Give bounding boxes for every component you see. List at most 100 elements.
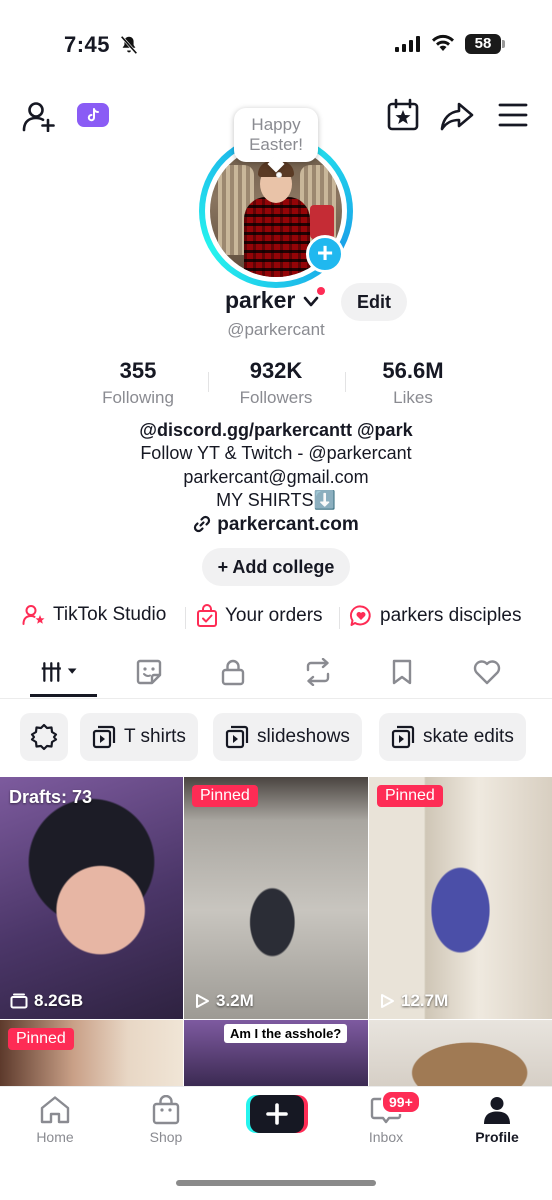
tab-stickers[interactable] — [129, 656, 169, 688]
bookmark-icon — [392, 659, 412, 685]
note-bubble[interactable]: Happy Easter! — [234, 108, 318, 162]
stat-label: Followers — [239, 388, 313, 407]
playlist-chip-skate-edits[interactable]: skate edits — [379, 713, 526, 761]
note-bubble-dot — [276, 172, 282, 178]
add-friend-icon[interactable] — [22, 100, 56, 132]
pinned-badge: Pinned — [8, 1028, 74, 1050]
nav-inbox-label: Inbox — [368, 1129, 404, 1145]
tab-divider — [0, 698, 552, 699]
playlist-icon — [391, 725, 415, 749]
repost-icon — [306, 658, 330, 686]
tab-reposts[interactable] — [298, 656, 338, 688]
view-count: 12.7M — [379, 991, 448, 1011]
notification-dot — [317, 287, 325, 295]
tab-videos[interactable] — [40, 656, 80, 688]
video-tile[interactable]: Pinned 3.2M — [184, 777, 368, 1019]
playlist-chip-tshirts[interactable]: T shirts — [80, 713, 198, 761]
drafts-size-text: 8.2GB — [34, 991, 84, 1010]
view-count-text: 12.7M — [401, 991, 449, 1010]
view-count-text: 3.2M — [216, 991, 254, 1010]
stat-label: Likes — [393, 388, 433, 407]
playlist-chip-slideshows[interactable]: slideshows — [213, 713, 362, 761]
heart-icon — [473, 660, 501, 685]
sticker-icon — [136, 659, 162, 685]
drafts-tile[interactable]: Drafts: 73 8.2GB — [0, 777, 183, 1019]
playlist-chip-label: T shirts — [124, 726, 186, 747]
note-line: Easter! — [249, 135, 303, 154]
chat-heart-icon — [349, 605, 371, 626]
stat-value: 355 — [119, 358, 157, 383]
nav-home[interactable]: Home — [15, 1095, 95, 1145]
gear-icon — [30, 723, 58, 751]
add-college-button[interactable]: + Add college — [202, 548, 350, 586]
battery-tip — [502, 40, 505, 48]
tiktok-studio-link[interactable]: TikTok Studio — [22, 604, 166, 626]
create-button[interactable] — [246, 1095, 308, 1133]
status-bar: 7:45 58 — [0, 0, 552, 88]
profile-name[interactable]: parker — [225, 287, 295, 314]
plus-icon: + — [217, 557, 229, 577]
quick-link-divider — [185, 607, 186, 629]
share-icon[interactable] — [440, 100, 474, 132]
nav-shop[interactable]: Shop — [126, 1095, 206, 1145]
tab-private[interactable] — [213, 656, 253, 688]
drafts-label: Drafts: 73 — [9, 787, 93, 807]
photo-figure — [310, 205, 334, 239]
menu-icon[interactable] — [498, 102, 528, 128]
video-tile[interactable]: Pinned — [0, 1020, 183, 1086]
stat-likes[interactable]: 56.6M Likes — [343, 358, 483, 408]
view-count: 3.2M — [194, 991, 254, 1011]
photo-plaid — [244, 197, 310, 277]
stat-following[interactable]: 355 Following — [68, 358, 208, 408]
bio-link[interactable]: parkercant.com — [0, 514, 552, 536]
stat-label: Following — [102, 388, 174, 407]
bio-link-text: parkercant.com — [217, 514, 359, 535]
wifi-icon — [432, 34, 454, 51]
tiktok-studio-badge-icon[interactable] — [77, 103, 109, 127]
profile-icon — [484, 1097, 510, 1124]
chevron-down-icon[interactable] — [303, 296, 319, 308]
add-college-label: Add college — [232, 557, 335, 577]
bag-check-icon — [197, 604, 217, 627]
battery-indicator: 58 — [465, 34, 501, 54]
stat-followers[interactable]: 932K Followers — [206, 358, 346, 408]
bio-line: Follow YT & Twitch - @parkercant — [140, 443, 412, 463]
shop-bag-icon — [152, 1095, 180, 1125]
video-tile[interactable]: Pinned 12.7M — [369, 777, 552, 1019]
playlist-settings-button[interactable] — [20, 713, 68, 761]
lock-icon — [221, 659, 245, 686]
tab-liked[interactable] — [467, 656, 507, 688]
play-icon — [381, 994, 394, 1008]
edit-profile-button[interactable]: Edit — [341, 283, 407, 321]
quick-link-divider — [339, 607, 340, 629]
tiktok-studio-label: TikTok Studio — [53, 604, 167, 625]
home-indicator — [176, 1180, 376, 1186]
nav-profile[interactable]: Profile — [457, 1095, 537, 1145]
your-orders-link[interactable]: Your orders — [196, 604, 323, 628]
status-time: 7:45 — [64, 32, 111, 57]
silent-bell-icon — [120, 35, 138, 55]
your-orders-label: Your orders — [225, 605, 323, 626]
bio-line[interactable]: @discord.gg/parkercantt @park — [0, 420, 552, 441]
active-tab-indicator — [30, 694, 97, 697]
add-story-button[interactable]: + — [306, 235, 344, 273]
video-tile[interactable]: Am I the asshole? — [184, 1020, 368, 1086]
cell-signal-icon — [395, 36, 420, 52]
tab-favorites[interactable] — [382, 656, 422, 688]
bio-line: parkercant@gmail.com — [183, 467, 369, 487]
drafts-size: 8.2GB — [10, 991, 83, 1011]
video-tile[interactable] — [369, 1020, 552, 1086]
tiktok-note-icon — [87, 108, 99, 122]
pinned-badge: Pinned — [192, 785, 258, 807]
home-icon — [40, 1096, 70, 1124]
playlist-chip-label: skate edits — [423, 726, 514, 747]
nav-home-label: Home — [36, 1129, 74, 1145]
playlist-icon — [225, 725, 249, 749]
pinned-badge: Pinned — [377, 785, 443, 807]
calendar-star-icon[interactable] — [386, 98, 420, 132]
inbox-count-badge: 99+ — [381, 1090, 421, 1114]
group-chat-link[interactable]: parkers disciples — [349, 604, 522, 628]
drafts-stack-icon — [10, 993, 28, 1009]
nav-profile-label: Profile — [475, 1129, 519, 1145]
link-icon — [194, 515, 211, 533]
